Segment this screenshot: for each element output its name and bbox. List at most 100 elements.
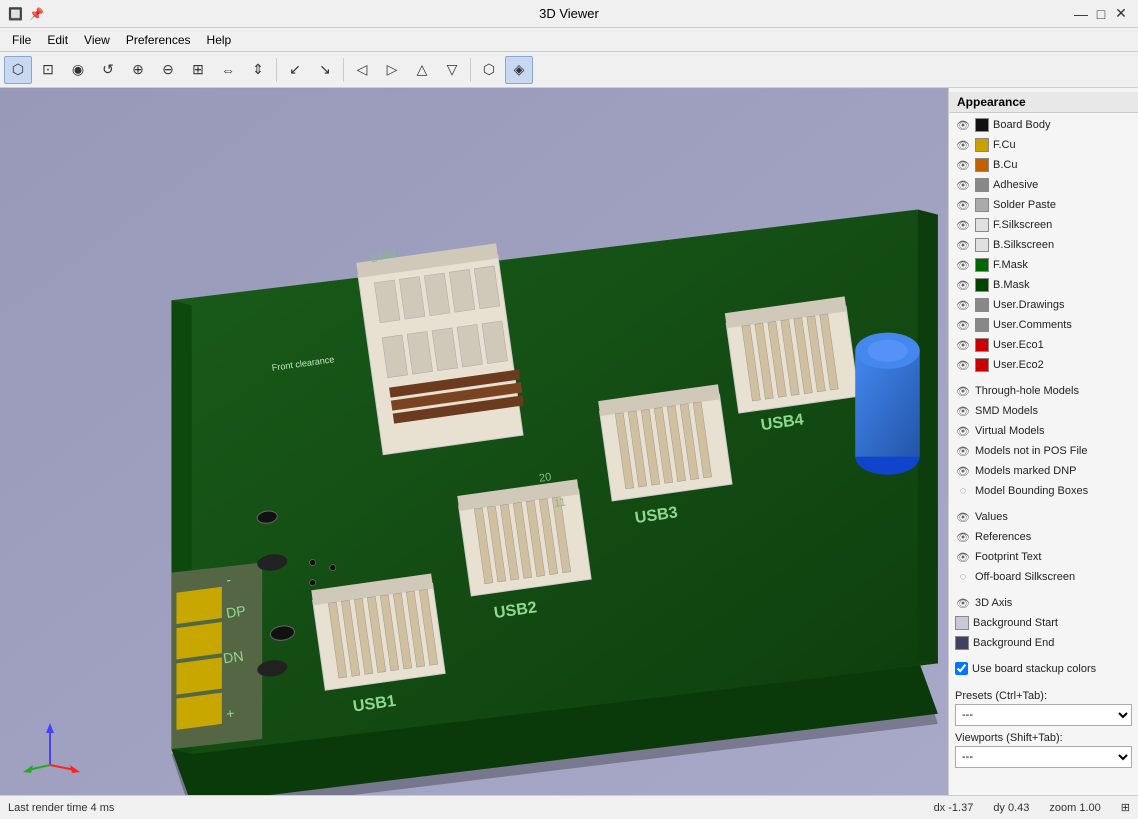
eye-icon-user-eco2[interactable]: 👁 (955, 357, 971, 373)
toolbar-btn-open[interactable]: ⊡ (34, 56, 62, 84)
appearance-item-fcu[interactable]: 👁F.Cu (949, 135, 1138, 155)
zoom-value: zoom 1.00 (1049, 802, 1100, 814)
text-item-offboard-silk[interactable]: ◌Off-board Silkscreen (949, 567, 1138, 587)
item-label-user-comments: User.Comments (993, 319, 1072, 331)
text-item-footprint-text[interactable]: 👁 Footprint Text (949, 547, 1138, 567)
eye-icon-solder-paste[interactable]: 👁 (955, 197, 971, 213)
appearance-item-adhesive[interactable]: 👁Adhesive (949, 175, 1138, 195)
eye-icon-bounding-boxes[interactable]: ◌ (955, 483, 971, 499)
eye-icon-references[interactable]: 👁 (955, 529, 971, 545)
toolbar-btn-pan-down[interactable]: ▽ (438, 56, 466, 84)
eye-icon-b-silkscreen[interactable]: 👁 (955, 237, 971, 253)
menu-item-view[interactable]: View (76, 31, 118, 49)
main-area: DP DN + - USB1 (0, 88, 1138, 795)
toolbar-btn-pan-left[interactable]: ◁ (348, 56, 376, 84)
toolbar-btn-flip-y[interactable]: ⇕ (244, 56, 272, 84)
minimize-button[interactable]: — (1072, 5, 1090, 23)
window-title: 3D Viewer (539, 6, 599, 21)
viewports-select[interactable]: --- (955, 746, 1132, 768)
eye-icon-not-pos[interactable]: 👁 (955, 443, 971, 459)
toolbar-btn-wireframe[interactable]: ⬡ (475, 56, 503, 84)
item-label-b-silkscreen: B.Silkscreen (993, 239, 1054, 251)
toolbar-btn-new[interactable]: ⬡ (4, 56, 32, 84)
model-items: 👁Through-hole Models👁SMD Models👁Virtual … (949, 381, 1138, 501)
eye-icon-user-drawings[interactable]: 👁 (955, 297, 971, 313)
model-item-through-hole[interactable]: 👁Through-hole Models (949, 381, 1138, 401)
window-controls: — □ ✕ (1072, 5, 1130, 23)
stackup-checkbox[interactable] (955, 662, 968, 675)
eye-icon-user-comments[interactable]: 👁 (955, 317, 971, 333)
eye-icon-footprint-text[interactable]: 👁 (955, 549, 971, 565)
item-label-virtual: Virtual Models (975, 425, 1045, 437)
toolbar-btn-zoom-in[interactable]: ⊕ (124, 56, 152, 84)
eye-icon-dnp[interactable]: 👁 (955, 463, 971, 479)
pin-icon[interactable]: 📌 (29, 7, 44, 21)
maximize-button[interactable]: □ (1092, 5, 1110, 23)
color-swatch-solder-paste (975, 198, 989, 212)
eye-icon-f-mask[interactable]: 👁 (955, 257, 971, 273)
appearance-item-b-mask[interactable]: 👁B.Mask (949, 275, 1138, 295)
svg-text:DP: DP (225, 602, 247, 621)
eye-icon-b-mask[interactable]: 👁 (955, 277, 971, 293)
appearance-item-solder-paste[interactable]: 👁Solder Paste (949, 195, 1138, 215)
color-swatch-bcu (975, 158, 989, 172)
toolbar-btn-rot-left[interactable]: ↙ (281, 56, 309, 84)
item-label-user-eco1: User.Eco1 (993, 339, 1044, 351)
toolbar-btn-rot-right[interactable]: ↘ (311, 56, 339, 84)
color-swatch-user-comments (975, 318, 989, 332)
appearance-item-user-eco1[interactable]: 👁 User.Eco1 (949, 335, 1138, 355)
appearance-item-board-body[interactable]: 👁Board Body (949, 115, 1138, 135)
toolbar-btn-pan-right[interactable]: ▷ (378, 56, 406, 84)
toolbar-btn-flip-x[interactable]: ⇔ (214, 56, 242, 84)
eye-icon-3d-axis[interactable]: 👁 (955, 595, 971, 611)
appearance-item-bcu[interactable]: 👁B.Cu (949, 155, 1138, 175)
model-item-virtual[interactable]: 👁 Virtual Models (949, 421, 1138, 441)
appearance-item-user-eco2[interactable]: 👁User.Eco2 (949, 355, 1138, 375)
eye-icon-adhesive[interactable]: 👁 (955, 177, 971, 193)
appearance-item-user-drawings[interactable]: 👁 User.Drawings (949, 295, 1138, 315)
toolbar-btn-pan-up[interactable]: △ (408, 56, 436, 84)
appearance-item-b-silkscreen[interactable]: 👁 B.Silkscreen (949, 235, 1138, 255)
toolbar-btn-3d[interactable]: ◉ (64, 56, 92, 84)
eye-icon-f-silkscreen[interactable]: 👁 (955, 217, 971, 233)
text-item-values[interactable]: 👁Values (949, 507, 1138, 527)
eye-icon-values[interactable]: 👁 (955, 509, 971, 525)
item-label-user-drawings: User.Drawings (993, 299, 1065, 311)
menu-item-help[interactable]: Help (199, 31, 240, 49)
render-time: Last render time 4 ms (8, 802, 114, 814)
appearance-item-f-mask[interactable]: 👁F.Mask (949, 255, 1138, 275)
eye-icon-user-eco1[interactable]: 👁 (955, 337, 971, 353)
eye-icon-offboard-silk[interactable]: ◌ (955, 569, 971, 585)
eye-icon-smd[interactable]: 👁 (955, 403, 971, 419)
model-item-not-pos[interactable]: 👁Models not in POS File (949, 441, 1138, 461)
misc-item-3d-axis[interactable]: 👁3D Axis (949, 593, 1138, 613)
item-label-references: References (975, 531, 1031, 543)
menu-item-preferences[interactable]: Preferences (118, 31, 199, 49)
appearance-item-f-silkscreen[interactable]: 👁F.Silkscreen (949, 215, 1138, 235)
presets-select[interactable]: --- (955, 704, 1132, 726)
eye-icon-board-body[interactable]: 👁 (955, 117, 971, 133)
toolbar-btn-zoom-fit[interactable]: ⊞ (184, 56, 212, 84)
model-item-dnp[interactable]: 👁Models marked DNP (949, 461, 1138, 481)
model-item-bounding-boxes[interactable]: ◌Model Bounding Boxes (949, 481, 1138, 501)
menu-item-file[interactable]: File (4, 31, 39, 49)
eye-icon-virtual[interactable]: 👁 (955, 423, 971, 439)
toolbar-btn-render[interactable]: ◈ (505, 56, 533, 84)
3d-viewport[interactable]: DP DN + - USB1 (0, 88, 948, 795)
text-item-references[interactable]: 👁 References (949, 527, 1138, 547)
eye-icon-through-hole[interactable]: 👁 (955, 383, 971, 399)
dx-value: dx -1.37 (934, 802, 974, 814)
bg-item-bg-end[interactable]: Background End (949, 633, 1138, 653)
bg-item-bg-start[interactable]: Background Start (949, 613, 1138, 633)
eye-icon-fcu[interactable]: 👁 (955, 137, 971, 153)
color-swatch-fcu (975, 138, 989, 152)
model-item-smd[interactable]: 👁SMD Models (949, 401, 1138, 421)
menu-item-edit[interactable]: Edit (39, 31, 76, 49)
color-swatch-adhesive (975, 178, 989, 192)
item-label-footprint-text: Footprint Text (975, 551, 1041, 563)
toolbar-btn-zoom-out[interactable]: ⊖ (154, 56, 182, 84)
close-button[interactable]: ✕ (1112, 5, 1130, 23)
eye-icon-bcu[interactable]: 👁 (955, 157, 971, 173)
appearance-item-user-comments[interactable]: 👁 User.Comments (949, 315, 1138, 335)
toolbar-btn-undo[interactable]: ↺ (94, 56, 122, 84)
